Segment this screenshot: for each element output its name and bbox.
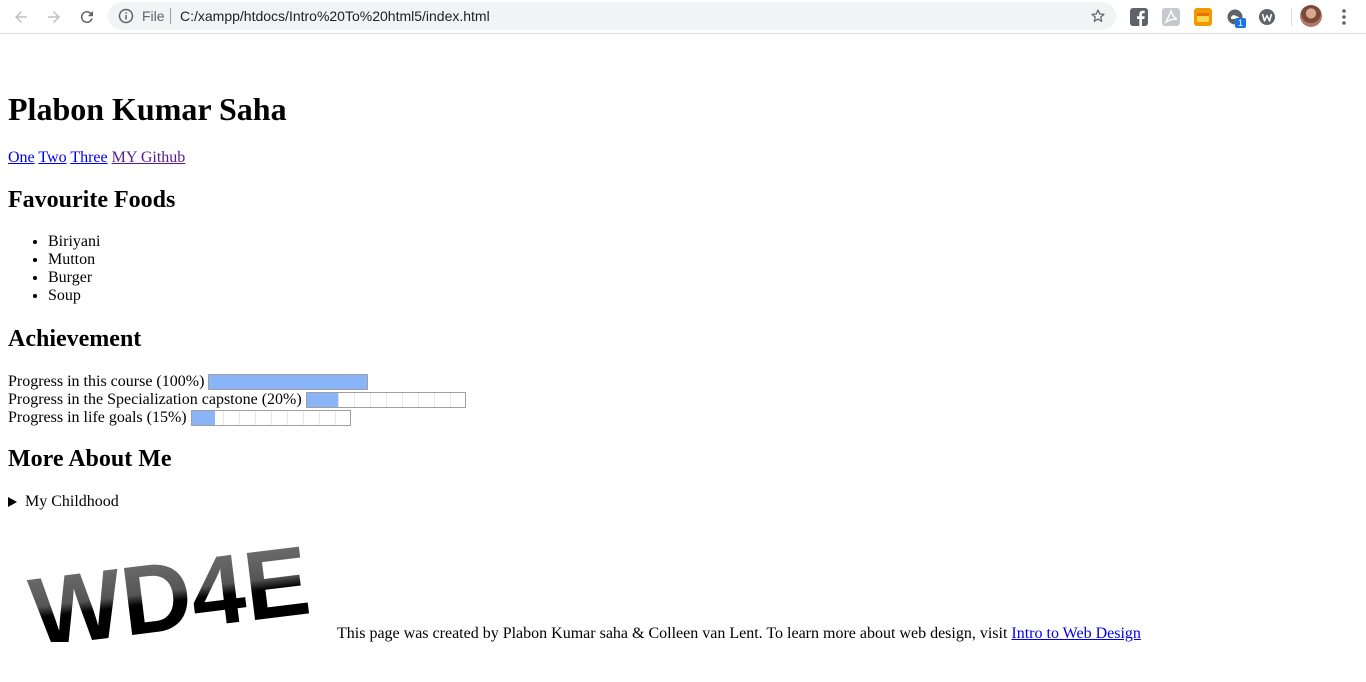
link-github[interactable]: MY Github xyxy=(112,149,186,166)
browser-toolbar: File C:/xampp/htdocs/Intro%20To%20html5/… xyxy=(0,0,1366,34)
link-one[interactable]: One xyxy=(8,149,35,166)
wallet-glyph-icon xyxy=(1197,13,1209,22)
acrobat-glyph-icon xyxy=(1164,8,1178,25)
progress-row-course: Progress in this course (100%) xyxy=(8,373,466,391)
w-glyph-icon xyxy=(1259,9,1275,25)
foods-list: Biriyani Mutton Burger Soup xyxy=(8,233,100,305)
extension-badge: 1 xyxy=(1235,18,1247,28)
page-title: Plabon Kumar Saha xyxy=(8,91,287,127)
list-item: Mutton xyxy=(48,251,100,269)
link-three[interactable]: Three xyxy=(70,149,107,166)
list-item: Burger xyxy=(48,269,100,287)
url-text[interactable]: C:/xampp/htdocs/Intro%20To%20html5/index… xyxy=(180,9,490,23)
info-icon[interactable] xyxy=(118,8,134,24)
scheme-label: File xyxy=(142,8,165,24)
back-arrow-icon xyxy=(15,11,27,23)
progress-bar-life-goals xyxy=(190,410,351,426)
progress-bar-course xyxy=(208,374,369,390)
w-extension-icon[interactable] xyxy=(1258,8,1276,26)
list-item: Soup xyxy=(48,287,100,305)
facebook-glyph-icon xyxy=(1137,10,1145,26)
back-button[interactable] xyxy=(9,5,33,29)
progress-section: Progress in this course (100%) Progress … xyxy=(8,373,466,427)
logo-text: WD4E xyxy=(24,524,315,642)
progress-row-life-goals: Progress in life goals (15%) xyxy=(8,409,466,427)
progress-label: Progress in the Specialization capstone … xyxy=(8,391,302,408)
progress-fill xyxy=(209,375,368,389)
progress-label: Progress in life goals (15%) xyxy=(8,409,187,426)
achievement-heading: Achievement xyxy=(8,326,142,352)
footer-text: This page was created by Plabon Kumar sa… xyxy=(337,625,1012,642)
toolbar-divider xyxy=(1291,8,1292,26)
reload-button[interactable] xyxy=(75,5,99,29)
progress-fill xyxy=(191,411,216,425)
forward-arrow-icon xyxy=(48,11,60,23)
sync-extension-icon[interactable]: 1 xyxy=(1226,8,1247,28)
orange-extension-icon[interactable] xyxy=(1194,8,1212,26)
disclosure-triangle-icon xyxy=(8,497,17,507)
pdf-extension-icon[interactable] xyxy=(1162,8,1180,26)
menu-dots-icon[interactable] xyxy=(1336,7,1352,27)
bookmark-star-icon[interactable] xyxy=(1090,8,1106,24)
progress-label: Progress in this course (100%) xyxy=(8,373,205,390)
childhood-details-toggle[interactable]: My Childhood xyxy=(8,493,119,511)
progress-fill xyxy=(306,393,339,407)
profile-avatar[interactable] xyxy=(1300,5,1322,27)
more-about-heading: More About Me xyxy=(8,446,172,472)
footer: This page was created by Plabon Kumar sa… xyxy=(337,625,1141,643)
address-bar[interactable]: File C:/xampp/htdocs/Intro%20To%20html5/… xyxy=(108,2,1116,30)
wd4e-logo: WD4E xyxy=(24,524,315,642)
foods-heading: Favourite Foods xyxy=(8,187,176,213)
facebook-extension-icon[interactable] xyxy=(1130,8,1148,26)
progress-bar-capstone xyxy=(305,392,466,408)
address-divider xyxy=(170,8,171,24)
list-item: Biriyani xyxy=(48,233,100,251)
link-two[interactable]: Two xyxy=(38,149,66,166)
nav-links: One Two Three MY Github xyxy=(8,148,185,168)
reload-icon xyxy=(80,11,93,24)
footer-link[interactable]: Intro to Web Design xyxy=(1011,625,1141,642)
progress-row-capstone: Progress in the Specialization capstone … xyxy=(8,391,466,409)
forward-button[interactable] xyxy=(42,5,66,29)
details-summary: My Childhood xyxy=(25,493,119,510)
